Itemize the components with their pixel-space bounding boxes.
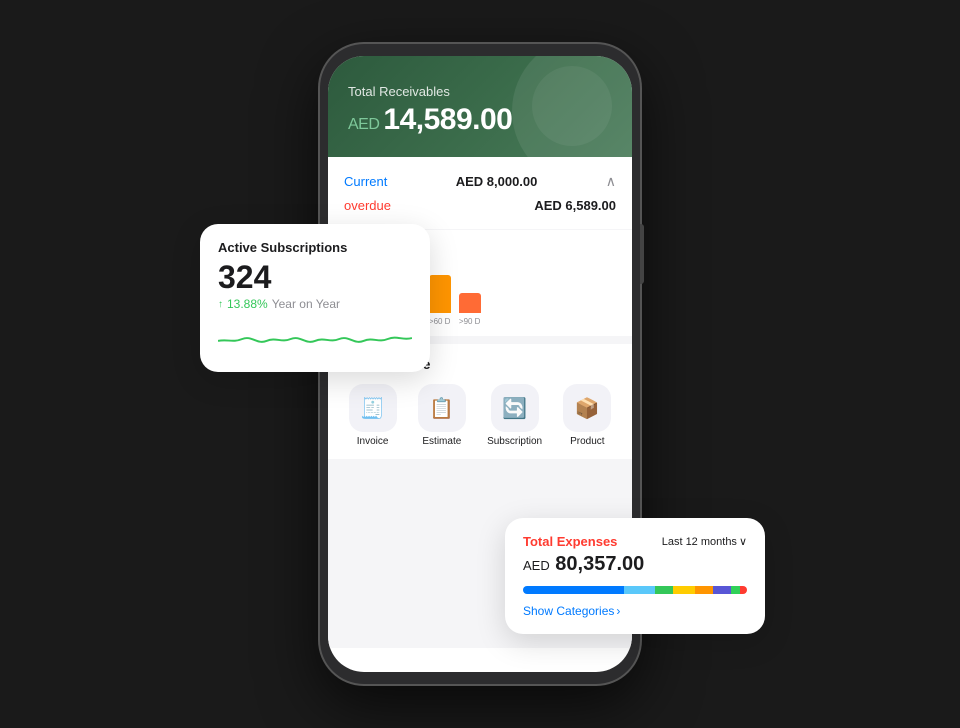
chevron-up-icon[interactable]: ∧ [606, 173, 616, 190]
expenses-period[interactable]: Last 12 months ∨ [662, 535, 747, 548]
invoice-icon: 🧾 [349, 384, 397, 432]
current-label: Current [344, 174, 387, 189]
bar-90d: >90 D [459, 293, 481, 326]
current-row: Current AED 8,000.00 ∧ [344, 169, 616, 194]
overdue-value: AED 6,589.00 [534, 198, 616, 213]
segment-yellow [673, 586, 695, 594]
show-categories-button[interactable]: Show Categories › [523, 604, 747, 618]
expenses-title: Total Expenses [523, 534, 617, 549]
subscriptions-title: Active Subscriptions [218, 240, 412, 255]
subscription-label: Subscription [487, 436, 542, 447]
scene: Total Receivables AED14,589.00 Current A… [140, 24, 820, 704]
segment-teal [731, 586, 740, 594]
phone-side-button [640, 224, 644, 284]
product-label: Product [570, 436, 604, 447]
overdue-row: overdue AED 6,589.00 [344, 194, 616, 217]
expenses-amount: AED 80,357.00 [523, 553, 747, 576]
expenses-value: 80,357.00 [555, 553, 644, 575]
segment-purple [713, 586, 731, 594]
sparkline-container [218, 321, 412, 356]
sparkline-path [218, 338, 412, 342]
segment-green [655, 586, 673, 594]
header-currency: AED [348, 116, 379, 133]
growth-arrow-icon: ↑ [218, 299, 223, 310]
segment-blue [523, 586, 624, 594]
current-value: AED 8,000.00 [456, 174, 538, 189]
subscription-icon: 🔄 [491, 384, 539, 432]
total-receivables-amount: AED14,589.00 [348, 103, 612, 137]
segment-light-blue [624, 586, 655, 594]
card-subscriptions: Active Subscriptions 324 ↑ 13.88% Year o… [200, 224, 430, 372]
total-receivables-label: Total Receivables [348, 84, 612, 99]
growth-percent: 13.88% [227, 297, 268, 311]
overdue-label: overdue [344, 198, 391, 213]
subscriptions-number: 324 [218, 261, 412, 293]
quick-icon-product[interactable]: 📦 Product [563, 384, 611, 447]
bar-60d-label: >60 D [429, 317, 451, 326]
subscriptions-growth: ↑ 13.88% Year on Year [218, 297, 412, 311]
receivables-card: Current AED 8,000.00 ∧ overdue AED 6,589… [328, 157, 632, 229]
bar-90d-fill [459, 293, 481, 313]
bar-90d-label: >90 D [459, 317, 481, 326]
expenses-stacked-bar [523, 586, 747, 594]
segment-red [740, 586, 747, 594]
estimate-icon: 📋 [418, 384, 466, 432]
estimate-label: Estimate [422, 436, 461, 447]
phone-header: Total Receivables AED14,589.00 [328, 56, 632, 157]
sparkline-chart [218, 321, 412, 356]
quick-create-icons: 🧾 Invoice 📋 Estimate 🔄 Subscription [344, 384, 616, 447]
card-expenses: Total Expenses Last 12 months ∨ AED 80,3… [505, 518, 765, 634]
invoice-label: Invoice [357, 436, 389, 447]
chevron-right-icon: › [616, 604, 620, 618]
bar-60d: >60 D [429, 275, 451, 326]
chevron-down-icon: ∨ [739, 535, 747, 548]
yoy-label: Year on Year [272, 297, 340, 311]
quick-icon-invoice[interactable]: 🧾 Invoice [349, 384, 397, 447]
expenses-header: Total Expenses Last 12 months ∨ [523, 534, 747, 549]
product-icon: 📦 [563, 384, 611, 432]
quick-icon-estimate[interactable]: 📋 Estimate [418, 384, 466, 447]
segment-orange [695, 586, 713, 594]
expenses-currency: AED [523, 558, 550, 573]
bar-60d-fill [429, 275, 451, 313]
quick-icon-subscription[interactable]: 🔄 Subscription [487, 384, 542, 447]
